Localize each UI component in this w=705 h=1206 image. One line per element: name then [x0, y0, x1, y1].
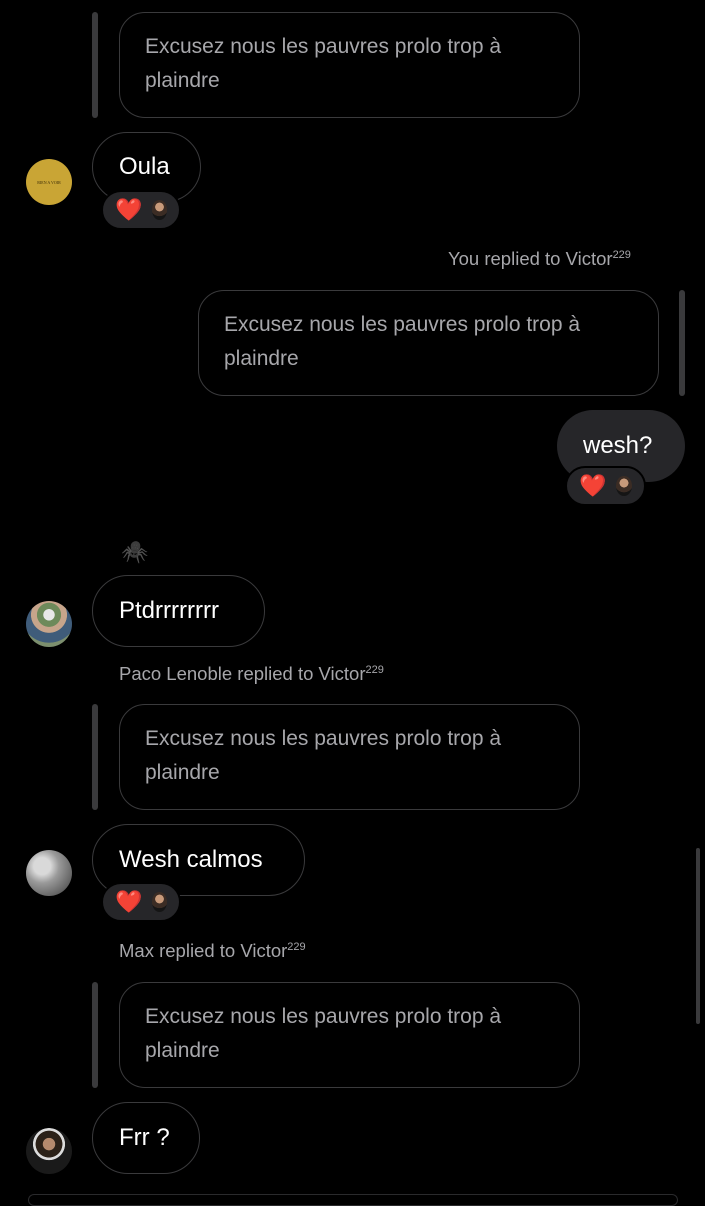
reply-label: Max replied to Victor229: [119, 940, 306, 961]
quoted-text: Excusez nous les pauvres prolo trop à pl…: [145, 35, 502, 92]
quoted-message[interactable]: Excusez nous les pauvres prolo trop à pl…: [119, 704, 580, 810]
quoted-message[interactable]: Excusez nous les pauvres prolo trop à pl…: [198, 290, 659, 396]
quoted-text: Excusez nous les pauvres prolo trop à pl…: [224, 313, 581, 370]
quoted-message[interactable]: Excusez nous les pauvres prolo trop à pl…: [119, 12, 580, 118]
quoted-text: Excusez nous les pauvres prolo trop à pl…: [145, 1005, 502, 1062]
message-text: Wesh calmos: [119, 846, 263, 873]
reactions-pill[interactable]: ❤️: [101, 190, 181, 230]
message-text: Oula: [119, 153, 170, 180]
avatar[interactable]: RIEN A VOIR: [26, 159, 72, 205]
reply-label: Paco Lenoble replied to Victor229: [119, 663, 384, 684]
reactor-avatar: [616, 476, 632, 496]
heart-reaction-icon: ❤️: [579, 473, 607, 498]
heart-reaction-icon: ❤️: [115, 197, 143, 222]
quote-bar: [92, 982, 98, 1088]
avatar[interactable]: [26, 1128, 72, 1174]
reactor-avatar: [152, 892, 167, 912]
message-text: Ptdrrrrrrrr: [119, 597, 219, 624]
avatar-logo-text: RIEN A VOIR: [37, 179, 61, 185]
spider-icon: 🕷️: [121, 539, 149, 564]
quoted-message[interactable]: Excusez nous les pauvres prolo trop à pl…: [119, 982, 580, 1088]
quoted-text: Excusez nous les pauvres prolo trop à pl…: [145, 727, 502, 784]
quote-bar: [92, 704, 98, 810]
message-bubble[interactable]: Frr ?: [92, 1102, 200, 1174]
next-message-edge: [28, 1194, 678, 1206]
reply-label: You replied to Victor229: [448, 248, 631, 269]
message-bubble[interactable]: Ptdrrrrrrrr: [92, 575, 265, 647]
avatar[interactable]: [26, 601, 72, 647]
reactions-pill[interactable]: ❤️: [565, 466, 646, 506]
message-text: wesh?: [583, 432, 653, 459]
quote-bar: [679, 290, 685, 396]
scrollbar[interactable]: [696, 848, 700, 1024]
reactor-avatar: [152, 200, 167, 220]
reactions-pill[interactable]: ❤️: [101, 882, 181, 922]
quote-bar: [92, 12, 98, 118]
moon-avatar[interactable]: [26, 850, 72, 896]
message-text: Frr ?: [119, 1124, 170, 1151]
heart-reaction-icon: ❤️: [115, 889, 143, 914]
